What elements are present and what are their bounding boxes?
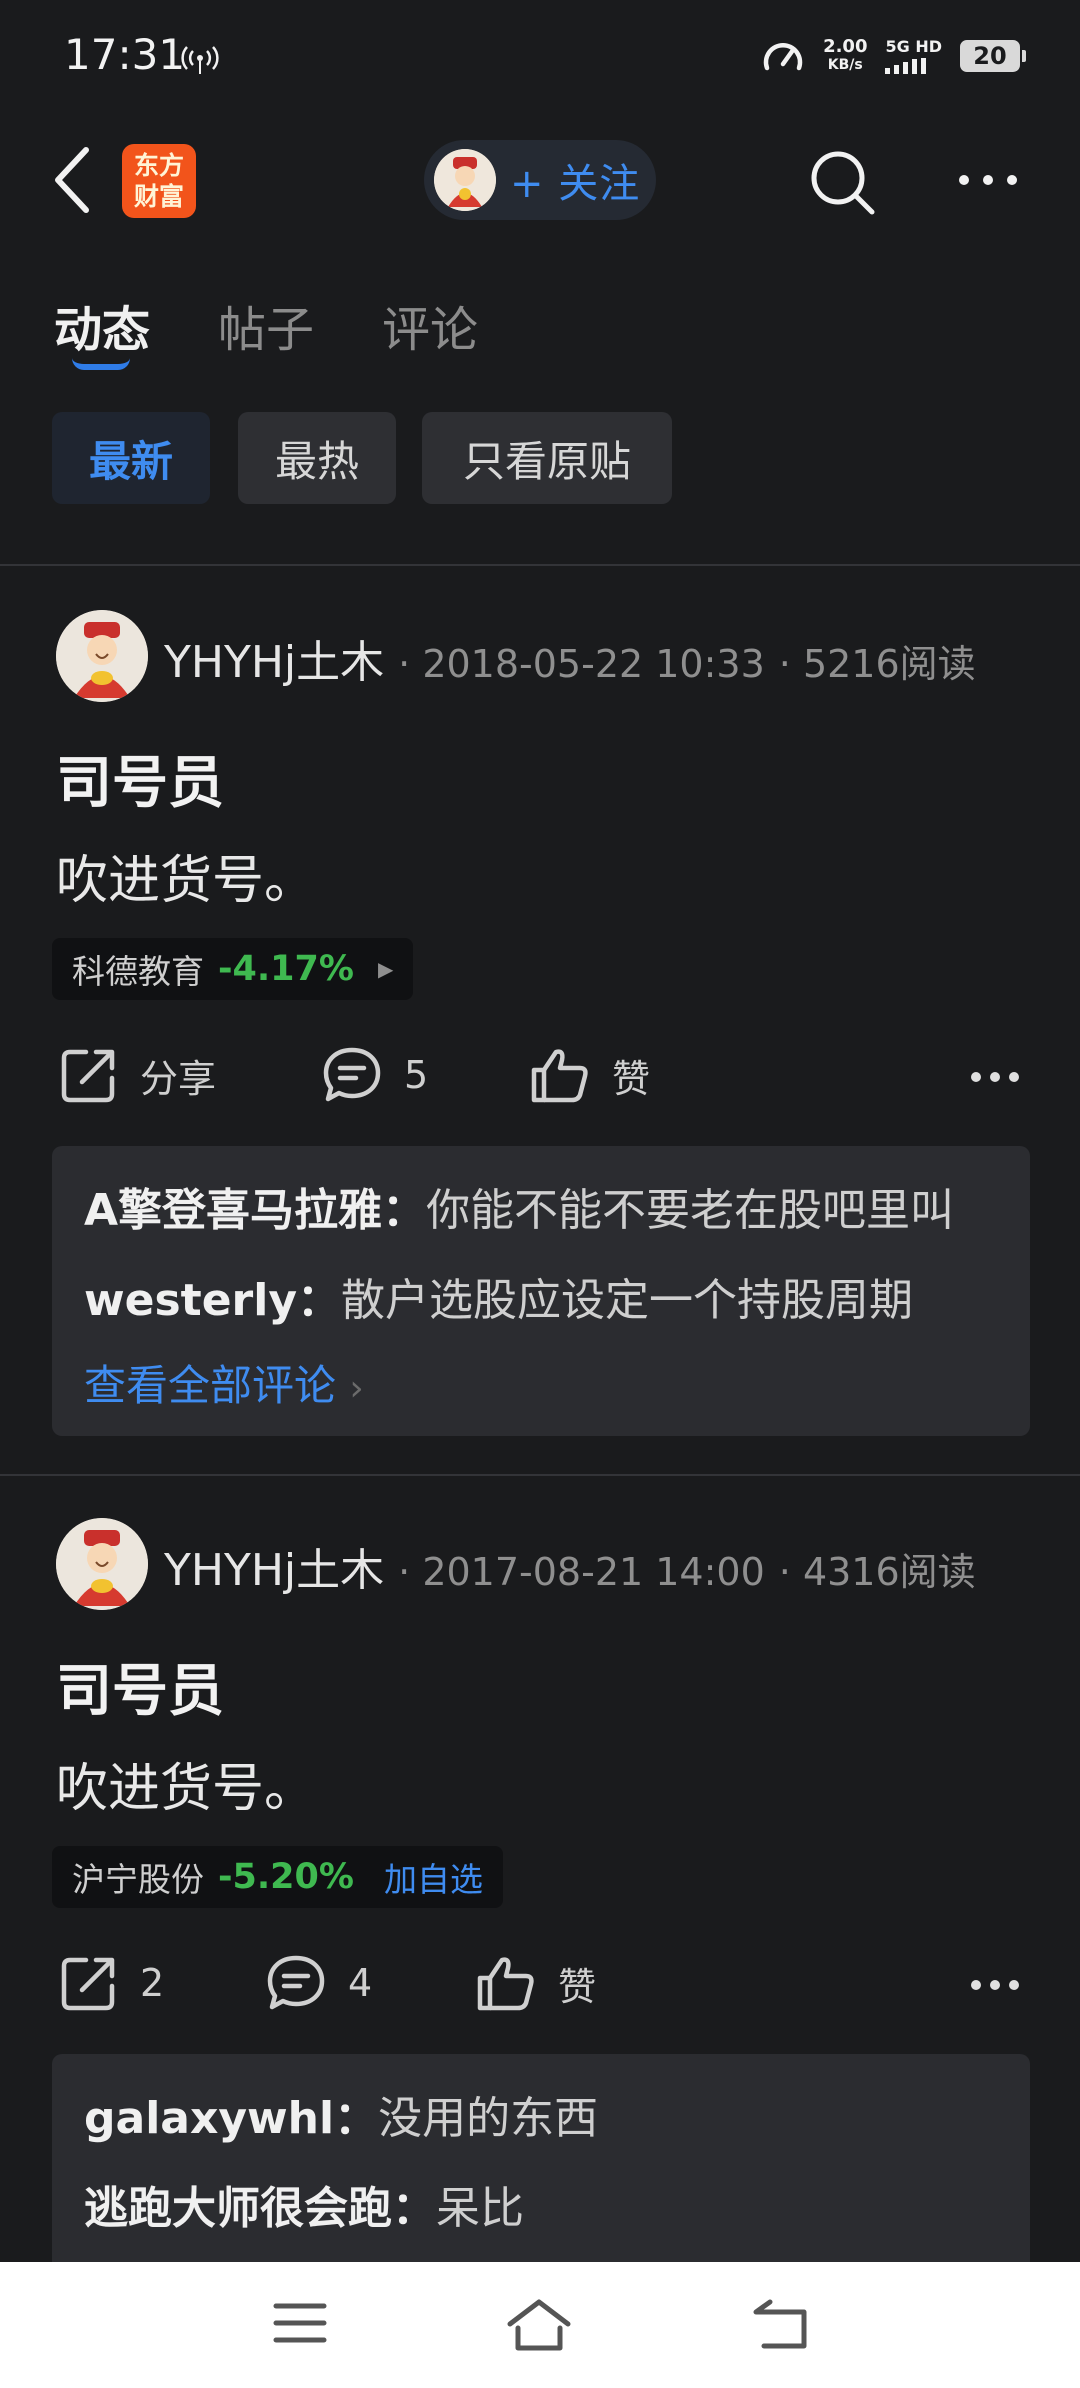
comment-item[interactable]: A擎登喜马拉雅：你能不能不要老在股吧里叫	[84, 1166, 998, 1256]
avatar[interactable]	[56, 610, 148, 702]
comment-item[interactable]: galaxywhl：没用的东西	[84, 2074, 998, 2164]
view-all-comments-link[interactable]: 查看全部评论 ›	[84, 1346, 998, 1429]
comment-count: 4	[348, 1961, 373, 2005]
read-count: 5216阅读	[802, 642, 976, 686]
net-speed: 2.00 KB/s	[823, 38, 867, 74]
comment-item[interactable]: westerly：散户选股应设定一个持股周期	[84, 1256, 998, 1346]
share-icon	[61, 1049, 115, 1103]
tab-posts[interactable]: 帖子	[218, 290, 314, 360]
share-button[interactable]: 分享	[60, 1046, 216, 1104]
comment-item[interactable]: 逃跑大师很会跑：呆比	[84, 2164, 998, 2254]
stock-tag[interactable]: 沪宁股份 -5.20% 加自选	[52, 1846, 503, 1908]
comment-button[interactable]: 5	[322, 1046, 428, 1104]
post-title[interactable]: 司号员	[56, 738, 224, 819]
filter-original-only[interactable]: 只看原贴	[422, 412, 672, 504]
like-button[interactable]: 赞	[530, 1046, 650, 1104]
more-icon[interactable]	[956, 170, 1020, 190]
net-speed-unit: KB/s	[827, 57, 863, 73]
stock-name: 科德教育	[72, 952, 204, 991]
back-nav-icon[interactable]	[750, 2298, 810, 2350]
comment-text: 没用的东西	[378, 2093, 599, 2144]
comment-author[interactable]: 逃跑大师很会跑	[84, 2183, 392, 2234]
share-label: 分享	[140, 1056, 217, 1101]
logo-text-top: 东方	[133, 151, 184, 180]
follow-button[interactable]: + 关注	[424, 140, 656, 220]
add-watchlist-button[interactable]: 加自选	[384, 1853, 483, 1901]
author-name[interactable]: YHYHj土木	[164, 1545, 384, 1596]
post-date: 2018-05-22 10:33	[422, 642, 765, 686]
signal-label: 5G HD	[885, 36, 942, 56]
like-label: 赞	[558, 1964, 597, 2009]
home-icon[interactable]	[506, 2298, 572, 2352]
stock-name: 沪宁股份	[72, 1860, 204, 1899]
stock-tag[interactable]: 科德教育 -4.17% ▶	[52, 938, 414, 1000]
post-more-icon[interactable]	[970, 1070, 1020, 1084]
chevron-right-icon: ›	[349, 1368, 364, 1409]
comment-text: 你能不能不要老在股吧里叫	[426, 1185, 955, 1236]
share-button[interactable]: 2	[60, 1954, 164, 2012]
caishen-avatar-icon	[56, 1518, 148, 1610]
stock-change: -4.17%	[218, 949, 354, 989]
comment-text: 呆比	[436, 2183, 524, 2234]
comment-author[interactable]: galaxywhl	[84, 2093, 334, 2144]
status-time: 17:31	[64, 30, 186, 79]
post-date: 2017-08-21 14:00	[422, 1550, 765, 1594]
comment-author[interactable]: westerly	[84, 1275, 297, 1326]
signal-indicator: 5G HD	[885, 36, 942, 74]
net-speed-value: 2.00	[823, 36, 868, 57]
post-meta: YHYHj土木 · 2018-05-22 10:33 · 5216阅读	[164, 637, 976, 688]
play-arrow-icon: ▶	[377, 957, 394, 981]
hotspot-icon	[181, 46, 219, 74]
menu-icon[interactable]	[272, 2298, 328, 2348]
comment-text: 散户选股应设定一个持股周期	[341, 1275, 914, 1326]
logo-text-bottom: 财富	[133, 182, 184, 211]
filter-hot[interactable]: 最热	[238, 412, 396, 504]
comment-icon	[267, 1955, 325, 2010]
back-arrow-icon[interactable]	[52, 146, 92, 214]
like-label: 赞	[612, 1056, 651, 1101]
post-body[interactable]: 吹进货号。	[56, 838, 316, 913]
comment-count: 5	[404, 1053, 429, 1097]
caishen-avatar-icon	[56, 610, 148, 702]
thumbs-up-icon	[531, 1049, 588, 1103]
divider	[0, 564, 1080, 566]
caishen-avatar-icon	[434, 149, 496, 211]
active-tab-indicator	[72, 358, 130, 370]
thumbs-up-icon	[477, 1957, 534, 2011]
post-body[interactable]: 吹进货号。	[56, 1746, 316, 1821]
post-meta: YHYHj土木 · 2017-08-21 14:00 · 4316阅读	[164, 1545, 976, 1596]
comment-icon	[323, 1047, 381, 1102]
view-all-label: 查看全部评论	[84, 1361, 337, 1410]
follow-label: + 关注	[510, 161, 641, 207]
divider	[0, 1474, 1080, 1476]
battery-indicator: 20	[960, 40, 1026, 72]
stock-change: -5.20%	[218, 1857, 354, 1897]
tab-dynamic[interactable]: 动态	[54, 290, 150, 360]
filter-latest[interactable]: 最新	[52, 412, 210, 504]
comment-button[interactable]: 4	[266, 1954, 372, 2012]
system-nav-bar	[0, 2262, 1080, 2388]
author-name[interactable]: YHYHj土木	[164, 637, 384, 688]
tab-comments[interactable]: 评论	[382, 290, 478, 360]
status-bar: 17:31 2.00 KB/s 5G HD 20	[0, 0, 1080, 120]
comments-preview[interactable]: A擎登喜马拉雅：你能不能不要老在股吧里叫 westerly：散户选股应设定一个持…	[52, 1146, 1030, 1436]
user-avatar	[434, 149, 496, 211]
comment-author[interactable]: A擎登喜马拉雅	[84, 1185, 382, 1236]
post-more-icon[interactable]	[970, 1978, 1020, 1992]
speedometer-icon	[763, 43, 803, 71]
search-icon[interactable]	[806, 146, 878, 218]
avatar[interactable]	[56, 1518, 148, 1610]
read-count: 4316阅读	[802, 1550, 976, 1594]
share-icon	[61, 1957, 115, 2011]
comments-preview[interactable]: galaxywhl：没用的东西 逃跑大师很会跑：呆比	[52, 2054, 1030, 2274]
status-icons: 2.00 KB/s 5G HD 20	[761, 36, 1026, 76]
signal-bars-icon	[885, 57, 927, 74]
post-title[interactable]: 司号员	[56, 1646, 224, 1727]
like-button[interactable]: 赞	[476, 1954, 596, 2012]
app-logo[interactable]: 东方 财富	[122, 144, 196, 218]
share-count: 2	[140, 1961, 165, 2005]
